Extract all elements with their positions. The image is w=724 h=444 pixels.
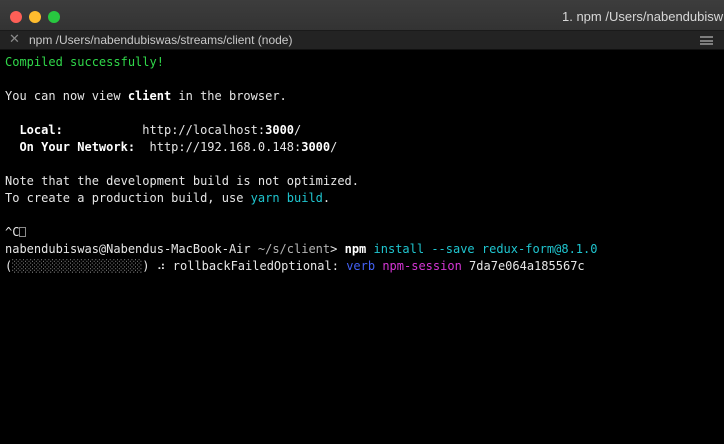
rollback-label: rollbackFailedOptional:: [172, 259, 339, 273]
progress-bar: ░░░░░░░░░░░░░░░░░░: [12, 259, 143, 273]
local-label: Local:: [19, 123, 63, 137]
title-bar[interactable]: 1. npm /Users/nabendubisw: [0, 0, 724, 31]
minimize-window-button[interactable]: [29, 11, 41, 23]
view-message: You can now view client in the browser.: [5, 89, 287, 103]
dev-build-note: Note that the development build is not o…: [5, 174, 360, 188]
local-url[interactable]: http://localhost:3000/: [142, 123, 301, 137]
prompt-path: ~/s/client: [257, 242, 331, 256]
verb-tag: verb: [346, 259, 376, 273]
local-url-line: Local: http://localhost:3000/: [5, 122, 724, 139]
tab-bar: ✕ npm /Users/nabendubiswas/streams/clien…: [0, 31, 724, 50]
return-mark-icon: [19, 227, 27, 237]
tab-npm[interactable]: npm /Users/nabendubiswas/streams/client …: [29, 33, 292, 47]
command-args: install --save redux-form@8.1.0: [373, 242, 598, 256]
terminal-window: 1. npm /Users/nabendubisw ✕ npm /Users/n…: [0, 0, 724, 444]
network-url-line: On Your Network: http://192.168.0.148:30…: [5, 139, 724, 156]
close-tab-icon[interactable]: ✕: [9, 32, 20, 48]
app-name: client: [127, 89, 172, 103]
command-prompt-line: nabendubiswas@Nabendus-MacBook-Air ~/s/c…: [5, 242, 598, 256]
session-id: 7da7e064a185567c: [469, 259, 585, 273]
interrupt-line: ^C: [5, 224, 724, 241]
compiled-message: Compiled successfully!: [5, 55, 164, 69]
terminal-output[interactable]: Compiled successfully! You can now view c…: [0, 50, 724, 444]
zoom-window-button[interactable]: [48, 11, 60, 23]
network-url[interactable]: http://192.168.0.148:3000/: [150, 140, 338, 154]
window-title: 1. npm /Users/nabendubisw: [562, 9, 724, 24]
spinner-icon: ⠴: [156, 259, 166, 273]
prompt-user: nabendubiswas@Nabendus-MacBook-Air: [5, 242, 251, 256]
close-window-button[interactable]: [10, 11, 22, 23]
hamburger-menu-icon[interactable]: [700, 36, 713, 45]
npm-command: npm: [344, 242, 367, 256]
network-label: On Your Network:: [19, 140, 136, 154]
production-build-hint: To create a production build, use yarn b…: [5, 191, 331, 205]
session-tag: npm-session: [382, 259, 462, 273]
yarn-build-command: yarn build: [250, 191, 323, 205]
npm-progress-line: (░░░░░░░░░░░░░░░░░░) ⠴ rollbackFailedOpt…: [5, 259, 585, 273]
